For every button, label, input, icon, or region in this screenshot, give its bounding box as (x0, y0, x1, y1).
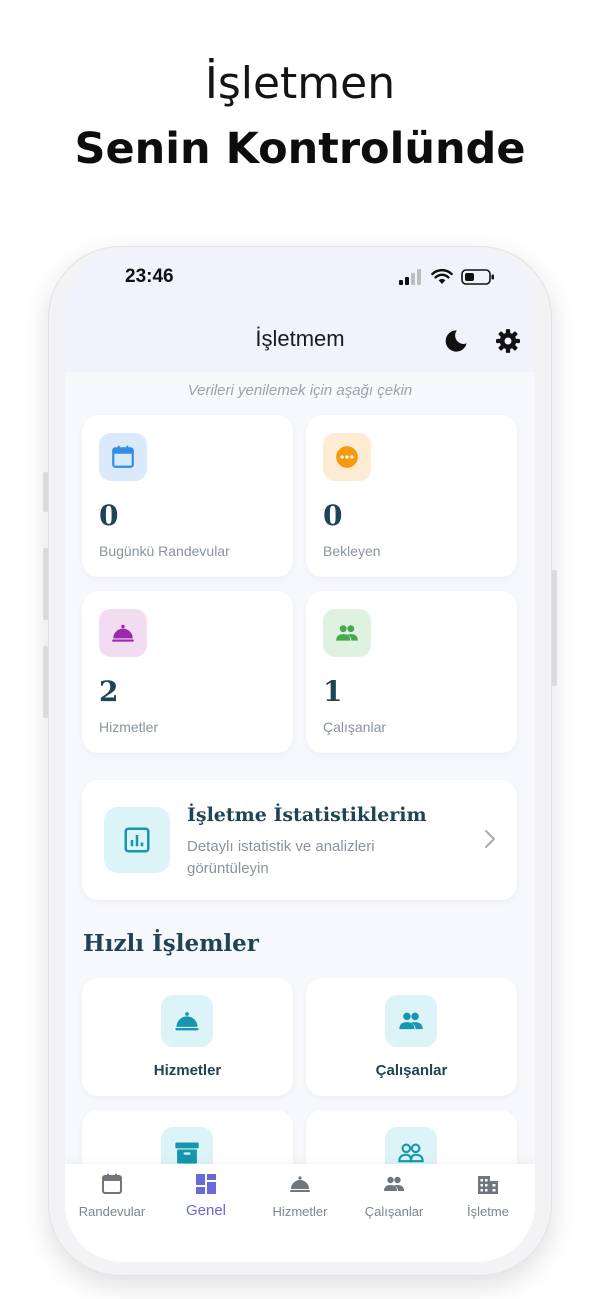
tab-label: Çalışanlar (364, 1204, 424, 1219)
tab-business[interactable]: İşletme (441, 1164, 535, 1262)
quick-action-employees[interactable]: Çalışanlar (306, 978, 517, 1096)
pull-to-refresh-hint: Verileri yenilemek için aşağı çekin (187, 382, 413, 399)
chevron-right-icon (485, 830, 495, 848)
stat-value: 2 (99, 675, 119, 708)
tab-services[interactable]: Hizmetler (253, 1164, 347, 1262)
dark-mode-moon-icon[interactable] (443, 328, 469, 354)
business-statistics-title: İşletme İstatistiklerim (187, 804, 427, 826)
stat-value: 0 (99, 499, 119, 532)
quick-action-services[interactable]: Hizmetler (82, 978, 293, 1096)
app-header: 23:46 İşletmem (65, 250, 535, 372)
calendar-icon (112, 445, 134, 468)
more-horiz-icon (336, 446, 358, 468)
tab-label: Randevular (78, 1204, 146, 1219)
promo-title: İşletmen (204, 58, 396, 109)
people-icon (399, 1012, 423, 1030)
stat-icon-box (104, 807, 170, 873)
tab-label: Genel (185, 1202, 227, 1219)
app-screen: 23:46 İşletmem Verileri yenilemek için a… (65, 250, 535, 1262)
people-outline-icon (398, 1143, 424, 1163)
quick-action-label: Hizmetler (153, 1062, 222, 1079)
stat-icon-box (323, 433, 371, 481)
stat-value: 1 (323, 675, 343, 708)
quick-action-icon-box (161, 995, 213, 1047)
analytics-icon (124, 827, 150, 853)
quick-action-label: Çalışanlar (375, 1062, 448, 1079)
stat-label: Bugünkü Randevular (99, 543, 230, 559)
cloche-icon (112, 624, 134, 642)
stat-icon-box (323, 609, 371, 657)
stat-card-pending[interactable]: 0 Bekleyen (306, 415, 517, 577)
stat-label: Bekleyen (323, 543, 381, 559)
archive-icon (175, 1142, 199, 1164)
battery-icon (461, 269, 494, 285)
bottom-tab-bar: Randevular Genel Hizmetler Çalışanlar İş… (65, 1164, 535, 1262)
stat-value: 0 (323, 499, 343, 532)
stat-card-services[interactable]: 2 Hizmetler (82, 591, 293, 753)
people-icon (336, 625, 358, 641)
tab-label: İşletme (467, 1204, 509, 1219)
cellular-signal-icon (399, 269, 421, 285)
stat-label: Çalışanlar (323, 719, 387, 735)
stat-icon-box (99, 609, 147, 657)
tab-employees[interactable]: Çalışanlar (347, 1164, 441, 1262)
promo-subtitle: Senin Kontrolünde (74, 124, 526, 174)
quick-actions-heading: Hızlı İşlemler (83, 930, 259, 957)
phone-side-button (552, 570, 557, 686)
people-icon (384, 1176, 404, 1191)
stat-icon-box (99, 433, 147, 481)
business-statistics-card[interactable]: İşletme İstatistiklerim Detaylı istatist… (82, 780, 517, 900)
tab-appointments[interactable]: Randevular (65, 1164, 159, 1262)
cloche-icon (175, 1012, 199, 1031)
building-icon (478, 1176, 498, 1194)
stat-label: Hizmetler (99, 719, 159, 735)
tab-overview[interactable]: Genel (159, 1164, 253, 1262)
quick-action-icon-box (385, 995, 437, 1047)
settings-gear-icon[interactable] (495, 328, 521, 354)
cloche-icon (290, 1176, 310, 1192)
business-statistics-subtitle: Detaylı istatistik ve analizleri görüntü… (187, 838, 375, 877)
calendar-icon (102, 1173, 122, 1194)
wifi-icon (431, 269, 453, 284)
stat-card-todays-appointments[interactable]: 0 Bugünkü Randevular (82, 415, 293, 577)
status-time: 23:46 (125, 266, 174, 287)
stat-card-employees[interactable]: 1 Çalışanlar (306, 591, 517, 753)
dashboard-icon (196, 1174, 216, 1194)
status-icons (399, 268, 495, 286)
tab-label: Hizmetler (272, 1204, 328, 1219)
